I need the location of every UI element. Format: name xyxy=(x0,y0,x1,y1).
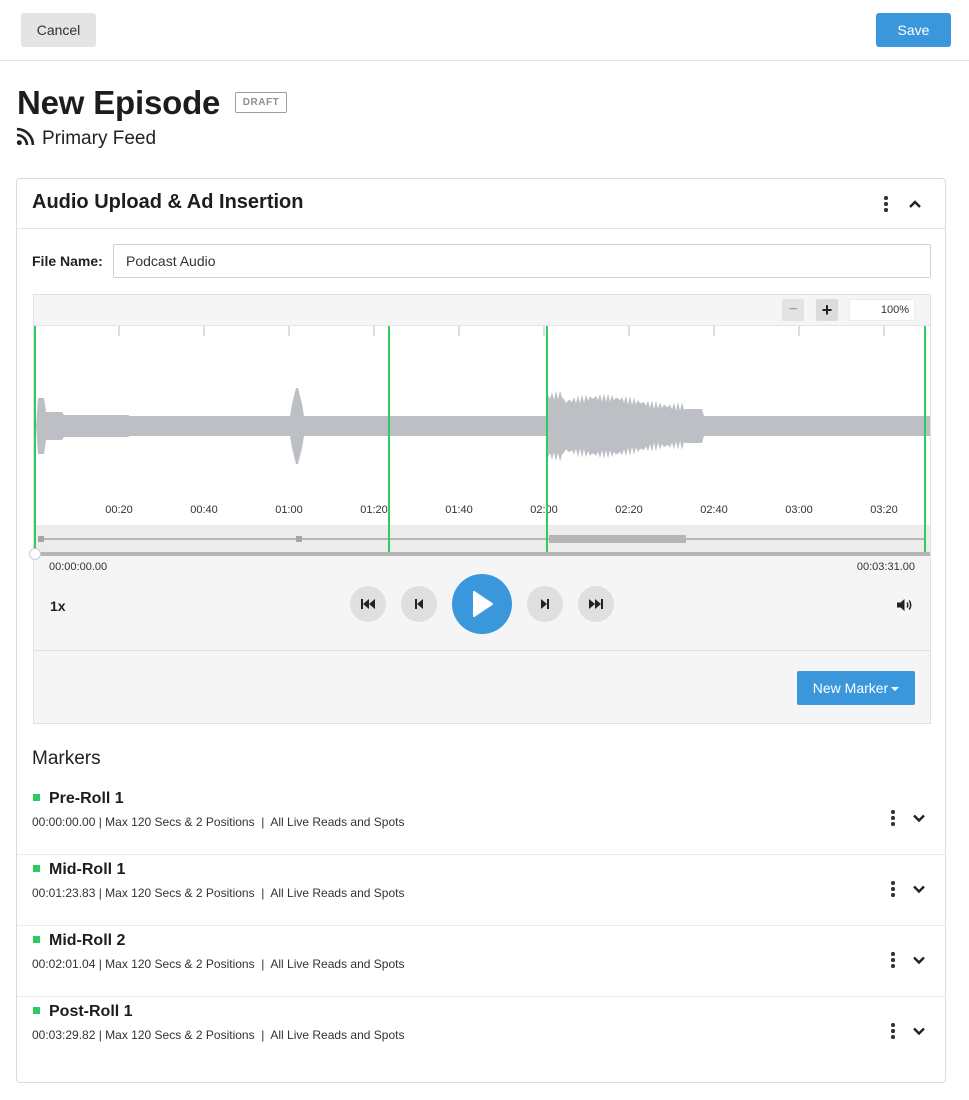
chevron-down-icon[interactable] xyxy=(911,810,927,826)
marker-row[interactable]: Mid-Roll 2 00:02:01.04 | Max 120 Secs & 2… xyxy=(17,926,945,997)
current-time: 00:00:00.00 xyxy=(49,561,108,573)
skip-to-end-button[interactable] xyxy=(578,586,614,622)
new-marker-label: New Marker xyxy=(812,680,889,696)
time-tick-label: 00:40 xyxy=(190,504,218,516)
waveform[interactable]: 00:20 00:40 01:00 01:20 01:40 02:00 02:20 02:40… xyxy=(34,325,930,526)
marker-row[interactable]: Pre-Roll 1 00:00:00.00 | Max 120 Secs & 2… xyxy=(17,784,945,855)
waveform-overview[interactable] xyxy=(34,525,930,552)
file-name-label: File Name: xyxy=(32,253,103,269)
card-header: Audio Upload & Ad Insertion xyxy=(17,179,945,229)
marker-details: 00:02:01.04 | Max 120 Secs & 2 Positions… xyxy=(32,957,405,971)
waveform-canvas: 00:20 00:40 01:00 01:20 01:40 02:00 02:20 02:40… xyxy=(34,326,930,526)
step-back-icon xyxy=(415,599,423,609)
kebab-icon[interactable] xyxy=(878,194,894,214)
marker-name: Post-Roll 1 xyxy=(49,1003,133,1020)
step-forward-icon xyxy=(541,599,549,609)
time-tick-label: 01:20 xyxy=(360,504,388,516)
marker-color-indicator xyxy=(33,794,40,801)
marker-name: Mid-Roll 1 xyxy=(49,861,126,878)
time-tick-label: 02:40 xyxy=(700,504,728,516)
feed-name: Primary Feed xyxy=(42,128,157,149)
marker-color-indicator xyxy=(33,865,40,872)
step-forward-button[interactable] xyxy=(527,586,563,622)
scrub-handle[interactable] xyxy=(29,548,41,560)
cancel-button[interactable]: Cancel xyxy=(21,13,96,47)
status-badge: DRAFT xyxy=(235,92,287,113)
top-bar: Cancel Save xyxy=(0,0,969,61)
playback-speed[interactable]: 1x xyxy=(50,598,66,614)
step-back-button[interactable] xyxy=(401,586,437,622)
marker-details: 00:03:29.82 | Max 120 Secs & 2 Positions… xyxy=(32,1028,405,1042)
chevron-down-icon[interactable] xyxy=(911,881,927,897)
play-button[interactable] xyxy=(452,574,512,634)
zoom-in-button[interactable]: + xyxy=(816,299,838,321)
marker-row[interactable]: Post-Roll 1 00:03:29.82 | Max 120 Secs & … xyxy=(17,997,945,1068)
progress-bar[interactable] xyxy=(34,552,930,556)
save-button[interactable]: Save xyxy=(876,13,951,47)
audio-upload-card: Audio Upload & Ad Insertion File Name: −… xyxy=(16,178,946,1083)
kebab-icon[interactable] xyxy=(885,879,901,899)
kebab-icon[interactable] xyxy=(885,1021,901,1041)
audio-player: − + 100% 00:20 00:40 01:00 01:20 01:40 02:00 0… xyxy=(29,294,931,724)
skip-to-start-button[interactable] xyxy=(350,586,386,622)
skip-to-end-icon xyxy=(589,599,603,609)
time-tick-label: 02:20 xyxy=(615,504,643,516)
markers-heading: Markers xyxy=(32,748,101,769)
file-name-input[interactable] xyxy=(113,244,931,278)
marker-details: 00:00:00.00 | Max 120 Secs & 2 Positions… xyxy=(32,815,405,829)
player-footer: New Marker xyxy=(34,650,930,723)
skip-to-start-icon xyxy=(361,599,375,609)
marker-row[interactable]: Mid-Roll 1 00:01:23.83 | Max 120 Secs & 2… xyxy=(17,855,945,926)
chevron-down-icon[interactable] xyxy=(911,952,927,968)
page-title: New Episode xyxy=(17,84,221,121)
volume-icon[interactable] xyxy=(896,597,914,613)
marker-details: 00:01:23.83 | Max 120 Secs & 2 Positions… xyxy=(32,886,405,900)
marker-color-indicator xyxy=(33,936,40,943)
chevron-up-icon[interactable] xyxy=(907,196,923,212)
zoom-out-button[interactable]: − xyxy=(782,299,804,321)
feed-link[interactable]: Primary Feed xyxy=(16,127,156,151)
time-tick-label: 00:20 xyxy=(105,504,133,516)
chevron-down-icon[interactable] xyxy=(911,1023,927,1039)
caret-down-icon xyxy=(891,687,900,692)
marker-name: Mid-Roll 2 xyxy=(49,932,126,949)
time-tick-label: 03:00 xyxy=(785,504,813,516)
time-tick-label: 03:20 xyxy=(870,504,898,516)
rss-icon xyxy=(16,127,35,151)
overview-canvas xyxy=(34,525,926,552)
kebab-icon[interactable] xyxy=(885,950,901,970)
kebab-icon[interactable] xyxy=(885,808,901,828)
time-tick-label: 02:00 xyxy=(530,504,558,516)
marker-name: Pre-Roll 1 xyxy=(49,790,124,807)
new-marker-button[interactable]: New Marker xyxy=(797,671,915,705)
time-tick-label: 01:00 xyxy=(275,504,303,516)
play-icon xyxy=(473,591,493,617)
zoom-level: 100% xyxy=(849,299,915,321)
marker-color-indicator xyxy=(33,1007,40,1014)
card-title: Audio Upload & Ad Insertion xyxy=(32,191,304,213)
time-tick-label: 01:40 xyxy=(445,504,473,516)
waveform-shape xyxy=(36,388,930,464)
duration: 00:03:31.00 xyxy=(856,561,915,573)
